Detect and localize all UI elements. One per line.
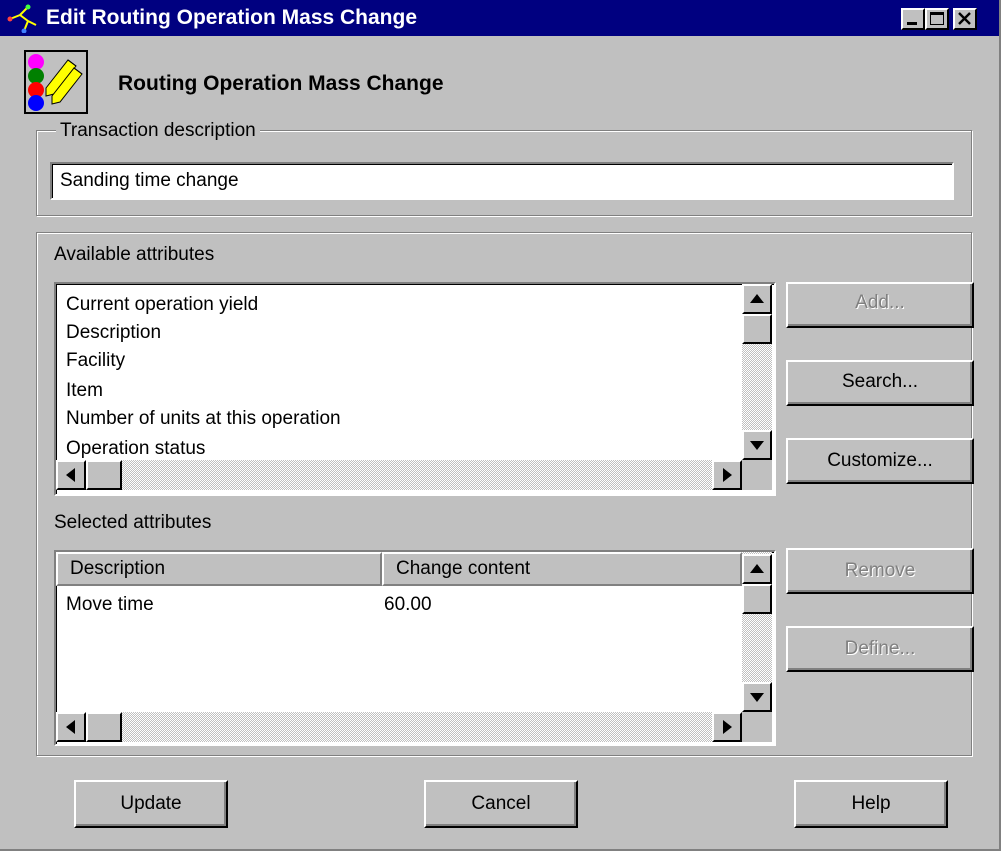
right-arrow-icon <box>723 468 732 482</box>
vertical-scrollbar[interactable] <box>742 552 772 712</box>
list-item[interactable]: Number of units at this operation <box>66 408 341 430</box>
selected-attributes-label: Selected attributes <box>54 512 212 533</box>
scroll-thumb[interactable] <box>742 584 772 614</box>
scroll-thumb[interactable] <box>86 460 122 490</box>
cancel-button[interactable]: Cancel <box>424 780 578 828</box>
scroll-down-button[interactable] <box>742 682 772 712</box>
selected-attributes-grid[interactable]: Description Change content Move time 60.… <box>54 550 776 746</box>
routing-tree-icon <box>7 4 37 33</box>
window-title: Edit Routing Operation Mass Change <box>46 6 418 29</box>
available-attributes-list[interactable]: Current operation yield Description Faci… <box>54 282 776 496</box>
column-header-change-content[interactable]: Change content <box>382 552 742 586</box>
minimize-icon <box>907 22 917 25</box>
cell-description: Move time <box>66 594 154 615</box>
search-button[interactable]: Search... <box>786 360 974 406</box>
close-icon <box>958 12 971 25</box>
available-attributes-label: Available attributes <box>54 244 215 265</box>
scroll-up-button[interactable] <box>742 554 772 584</box>
up-arrow-icon <box>750 294 764 303</box>
scroll-right-button[interactable] <box>712 460 742 490</box>
horizontal-scrollbar[interactable] <box>56 460 742 490</box>
scroll-corner <box>742 712 772 742</box>
scroll-corner <box>742 460 772 490</box>
close-button[interactable] <box>953 8 977 30</box>
customize-button[interactable]: Customize... <box>786 438 974 484</box>
scroll-left-button[interactable] <box>56 712 86 742</box>
define-button[interactable]: Define... <box>786 626 974 672</box>
horizontal-scrollbar[interactable] <box>56 712 742 742</box>
transaction-description-input[interactable]: Sanding time change <box>50 162 954 200</box>
minimize-button[interactable] <box>901 8 925 30</box>
mass-change-icon <box>24 50 88 114</box>
scroll-thumb[interactable] <box>86 712 122 742</box>
transaction-legend: Transaction description <box>56 120 260 142</box>
list-item[interactable]: Facility <box>66 350 125 372</box>
left-arrow-icon <box>66 720 75 734</box>
cell-change-content: 60.00 <box>384 594 432 615</box>
list-item[interactable]: Current operation yield <box>66 294 258 316</box>
right-arrow-icon <box>723 720 732 734</box>
maximize-button[interactable] <box>925 8 949 30</box>
title-bar[interactable]: Edit Routing Operation Mass Change <box>0 0 999 36</box>
left-arrow-icon <box>66 468 75 482</box>
remove-button[interactable]: Remove <box>786 548 974 594</box>
maximize-icon <box>930 12 944 25</box>
vertical-scrollbar[interactable] <box>742 284 772 460</box>
scroll-left-button[interactable] <box>56 460 86 490</box>
list-item[interactable]: Description <box>66 322 161 344</box>
update-button[interactable]: Update <box>74 780 228 828</box>
down-arrow-icon <box>750 441 764 450</box>
scroll-right-button[interactable] <box>712 712 742 742</box>
add-button[interactable]: Add... <box>786 282 974 328</box>
list-item[interactable]: Item <box>66 380 103 402</box>
scroll-up-button[interactable] <box>742 284 772 314</box>
dialog-heading: Routing Operation Mass Change <box>118 72 444 95</box>
column-header-description[interactable]: Description <box>56 552 382 586</box>
scroll-down-button[interactable] <box>742 430 772 460</box>
list-item[interactable]: Operation status <box>66 438 205 460</box>
dialog-window: Edit Routing Operation Mass Change Routi… <box>0 0 1001 851</box>
down-arrow-icon <box>750 693 764 702</box>
scroll-thumb[interactable] <box>742 314 772 344</box>
up-arrow-icon <box>750 564 764 573</box>
help-button[interactable]: Help <box>794 780 948 828</box>
